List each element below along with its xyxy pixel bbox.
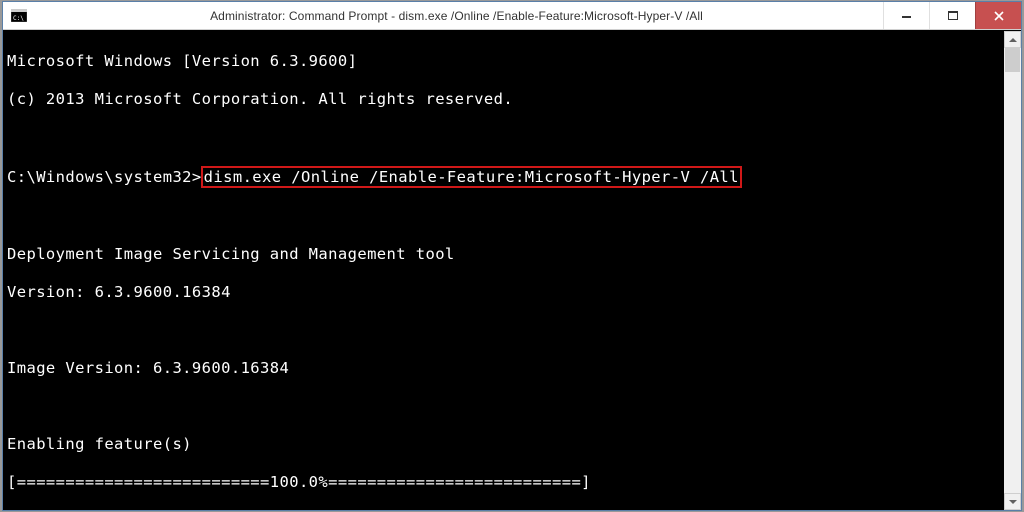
prompt-line: C:\Windows\system32>dism.exe /Online /En… bbox=[7, 166, 1017, 188]
chevron-down-icon bbox=[1009, 500, 1017, 504]
svg-text:C:\: C:\ bbox=[13, 15, 24, 22]
scroll-up-button[interactable] bbox=[1004, 31, 1021, 48]
output-line: Enabling feature(s) bbox=[7, 435, 1017, 454]
output-line: (c) 2013 Microsoft Corporation. All righ… bbox=[7, 90, 1017, 109]
titlebar[interactable]: C:\ Administrator: Command Prompt - dism… bbox=[3, 2, 1021, 30]
vertical-scrollbar[interactable] bbox=[1004, 31, 1021, 510]
prompt-path: C:\Windows\system32> bbox=[7, 168, 202, 186]
close-button[interactable] bbox=[975, 2, 1021, 29]
output-line: Microsoft Windows [Version 6.3.9600] bbox=[7, 52, 1017, 71]
chevron-up-icon bbox=[1009, 38, 1017, 42]
scroll-track[interactable] bbox=[1004, 48, 1021, 493]
blank-line bbox=[7, 321, 1017, 340]
blank-line bbox=[7, 207, 1017, 226]
terminal-area[interactable]: Microsoft Windows [Version 6.3.9600] (c)… bbox=[3, 30, 1021, 510]
minimize-button[interactable] bbox=[883, 2, 929, 29]
cmd-icon: C:\ bbox=[8, 7, 30, 25]
blank-line bbox=[7, 397, 1017, 416]
scroll-thumb[interactable] bbox=[1005, 48, 1020, 72]
entered-command: dism.exe /Online /Enable-Feature:Microso… bbox=[201, 166, 742, 188]
window-title: Administrator: Command Prompt - dism.exe… bbox=[30, 9, 883, 23]
output-line: Deployment Image Servicing and Managemen… bbox=[7, 245, 1017, 264]
command-prompt-window: C:\ Administrator: Command Prompt - dism… bbox=[2, 1, 1022, 511]
output-line: Image Version: 6.3.9600.16384 bbox=[7, 359, 1017, 378]
maximize-button[interactable] bbox=[929, 2, 975, 29]
window-controls bbox=[883, 2, 1021, 29]
scroll-down-button[interactable] bbox=[1004, 493, 1021, 510]
blank-line bbox=[7, 128, 1017, 147]
progress-bar: [==========================100.0%=======… bbox=[7, 473, 1017, 492]
output-line: Version: 6.3.9600.16384 bbox=[7, 283, 1017, 302]
